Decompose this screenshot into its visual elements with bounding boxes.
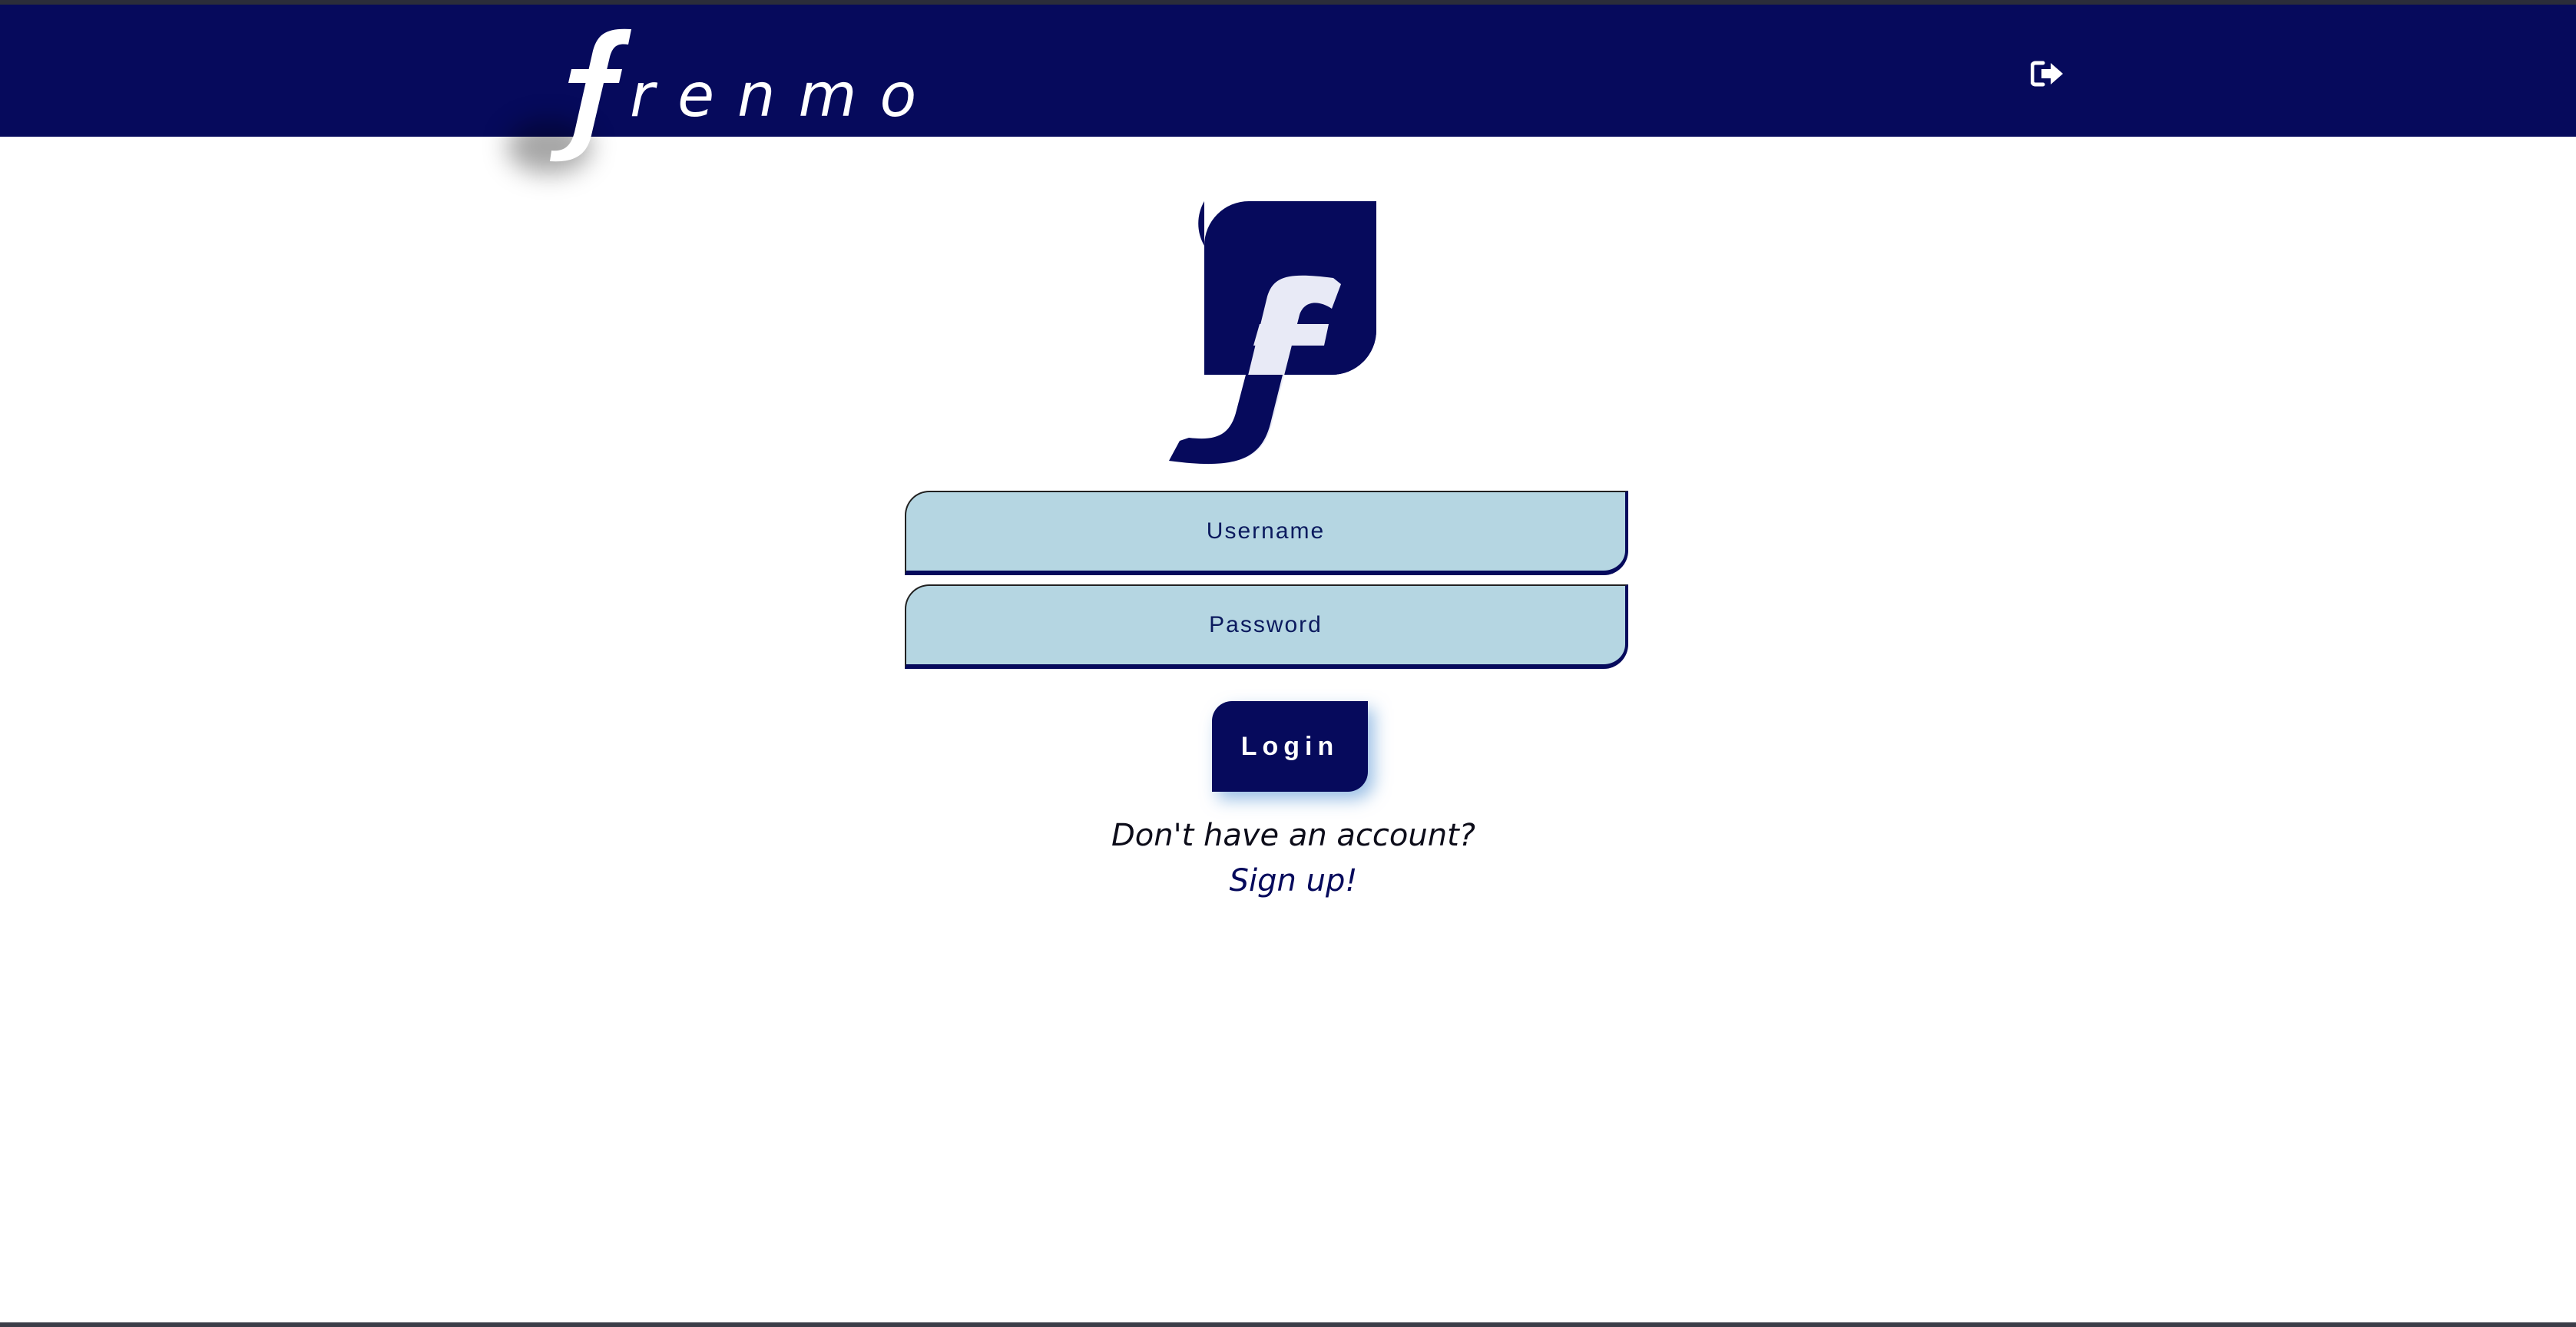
login-button[interactable]: Login (1212, 701, 1368, 792)
brand-wordmark: renmo (630, 61, 940, 131)
frenmo-f-logo (1167, 201, 1398, 470)
password-input[interactable] (905, 584, 1628, 669)
username-input[interactable] (905, 491, 1628, 575)
brand-logo-link[interactable]: renmo (492, 5, 922, 235)
frenmo-f-logo-icon (1167, 201, 1376, 470)
signup-link[interactable]: Sign up! (1134, 862, 1452, 899)
brand-f-icon (550, 28, 631, 162)
signup-prompt-text: Don't have an account? (1111, 818, 1476, 853)
top-navbar: renmo (0, 5, 2576, 174)
sign-out-icon[interactable] (2030, 60, 2064, 88)
window-bottom-border (0, 1322, 2576, 1327)
